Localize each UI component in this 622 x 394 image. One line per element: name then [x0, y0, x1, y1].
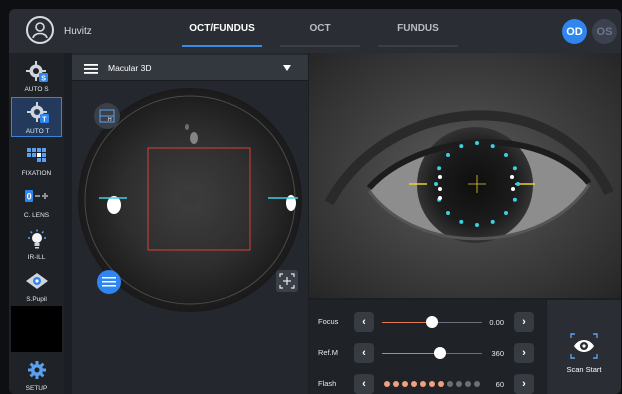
sidebar-item-setup[interactable]: SETUP — [11, 356, 62, 394]
fixation-ring-dot — [504, 211, 508, 215]
ir-illumination-icon — [28, 229, 46, 249]
flash-decrease-button[interactable]: ‹ — [354, 374, 374, 394]
fixation-ring-dot — [504, 153, 508, 157]
fixation-ring-dot — [446, 211, 450, 215]
flash-level-dot — [402, 381, 408, 387]
small-pupil-icon — [26, 273, 48, 289]
flash-level-dot — [447, 381, 453, 387]
fixation-ring-dot — [490, 144, 495, 149]
flash-level-dot — [438, 381, 444, 387]
chevron-down-icon — [283, 65, 291, 71]
anterior-camera-view[interactable] — [309, 53, 621, 298]
refm-slider-knob[interactable] — [434, 347, 446, 359]
flash-value: 60 — [495, 380, 504, 389]
hamburger-menu-icon — [84, 64, 98, 74]
sidebar-item-c-lens[interactable]: 0 C. LENS — [11, 183, 62, 221]
fixation-ring-dot — [475, 141, 479, 145]
tab-label: OCT — [309, 23, 331, 34]
user-avatar-icon[interactable] — [26, 16, 54, 44]
sidebar-item-label: SETUP — [25, 385, 48, 392]
flash-level-dot — [429, 381, 435, 387]
sidebar-item-ir-ill[interactable]: IR-ILL — [11, 225, 62, 263]
sidebar-item-auto-s[interactable]: S AUTO S — [11, 57, 62, 95]
fixation-ring-dot — [516, 182, 520, 186]
fixation-ring-dot — [475, 223, 479, 227]
flash-level-dot — [384, 381, 390, 387]
protocol-dropdown[interactable]: Macular 3D — [72, 55, 308, 81]
focus-value: 0.00 — [489, 318, 504, 327]
sidebar-item-label: S.Pupil — [26, 296, 47, 303]
tab-oct[interactable]: OCT — [280, 23, 360, 47]
scan-lines-button[interactable] — [97, 270, 121, 294]
app-window: Huvitz OCT/FUNDUS OCT FUNDUS OD OS S AUT… — [9, 9, 621, 394]
flash-level-dot — [420, 381, 426, 387]
refm-control: Ref.M ‹ 360 › — [309, 341, 546, 365]
refm-decrease-button[interactable]: ‹ — [354, 343, 374, 363]
fixation-ring-dot — [437, 166, 442, 171]
sidebar-item-label: IR-ILL — [27, 254, 46, 261]
tab-oct-fundus[interactable]: OCT/FUNDUS — [182, 23, 262, 47]
refm-slider-track[interactable] — [382, 353, 482, 354]
flash-control: Flash ‹ 60 › — [309, 372, 546, 394]
flash-level-dot — [465, 381, 471, 387]
fixation-ring-dot — [512, 166, 517, 171]
sidebar: S AUTO S T AUTO T FIXATION 0 C. LENS IR-… — [9, 53, 64, 394]
fixation-ring-dot — [446, 153, 450, 157]
eye-scan-icon — [570, 333, 598, 359]
fixation-ring-dot — [459, 144, 464, 149]
adjust-controls: Focus ‹ 0.00 › Ref.M ‹ 360 › Flash ‹ 60 … — [309, 300, 546, 394]
svg-text:S: S — [41, 76, 46, 83]
contact-lens-icon: 0 — [25, 190, 48, 202]
flash-level-dot — [456, 381, 462, 387]
gear-icon — [28, 361, 46, 379]
top-bar: Huvitz OCT/FUNDUS OCT FUNDUS OD OS — [9, 9, 621, 53]
flash-label: Flash — [318, 379, 337, 388]
fixation-ring-dot — [512, 197, 517, 202]
os-button[interactable]: OS — [592, 19, 617, 44]
sidebar-spacer — [11, 306, 62, 352]
flash-level-dot — [411, 381, 417, 387]
od-button[interactable]: OD — [562, 19, 587, 44]
fixation-ring-dot — [434, 182, 438, 186]
username: Huvitz — [64, 26, 92, 37]
sidebar-item-label: AUTO T — [25, 128, 50, 135]
svg-text:T: T — [42, 117, 47, 124]
refm-increase-button[interactable]: › — [514, 343, 534, 363]
sidebar-item-auto-t[interactable]: T AUTO T — [11, 97, 62, 137]
focus-label: Focus — [318, 317, 339, 326]
flash-level-dot — [393, 381, 399, 387]
refm-value: 360 — [491, 349, 504, 358]
sidebar-item-label: C. LENS — [23, 212, 50, 219]
fixation-ring-dot — [490, 219, 495, 224]
protocol-label: Macular 3D — [108, 63, 152, 73]
refm-label: Ref.M — [318, 348, 339, 357]
scan-start-label: Scan Start — [566, 365, 602, 374]
auto-s-icon: S — [26, 61, 48, 83]
svg-text:H: H — [108, 117, 112, 123]
fundus-preview: H — [78, 88, 302, 312]
scan-panel: Macular 3D H — [72, 53, 308, 394]
auto-t-icon: T — [27, 102, 49, 124]
sidebar-item-s-pupil[interactable]: S.Pupil — [11, 267, 62, 305]
expand-icon[interactable] — [276, 270, 298, 292]
eye-image — [309, 53, 621, 298]
svg-text:0: 0 — [27, 192, 32, 202]
fixation-grid-icon — [27, 148, 46, 162]
sidebar-item-fixation[interactable]: FIXATION — [11, 141, 62, 179]
focus-increase-button[interactable]: › — [514, 312, 534, 332]
sidebar-item-label: FIXATION — [21, 170, 52, 177]
focus-control: Focus ‹ 0.00 › — [309, 310, 546, 334]
scan-start-button[interactable]: Scan Start — [547, 300, 621, 394]
tab-label: FUNDUS — [397, 23, 439, 34]
flash-increase-button[interactable]: › — [514, 374, 534, 394]
focus-decrease-button[interactable]: ‹ — [354, 312, 374, 332]
tab-label: OCT/FUNDUS — [189, 23, 255, 34]
sidebar-item-label: AUTO S — [24, 86, 49, 93]
scan-direction-icon[interactable]: H — [94, 103, 120, 129]
fixation-ring-dot — [459, 219, 464, 224]
tab-fundus[interactable]: FUNDUS — [378, 23, 458, 47]
focus-slider-knob[interactable] — [426, 316, 438, 328]
